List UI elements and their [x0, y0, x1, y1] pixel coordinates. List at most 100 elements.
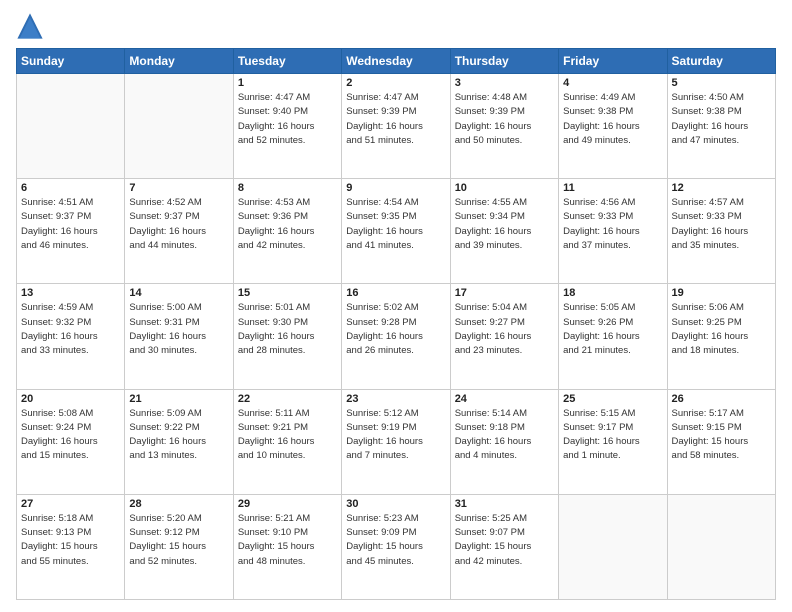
day-number: 10	[455, 182, 554, 194]
day-number: 20	[21, 393, 120, 405]
calendar-cell: 7 Sunrise: 4:52 AM Sunset: 9:37 PM Daylig…	[125, 179, 233, 284]
day-info: Sunrise: 5:05 AM Sunset: 9:26 PM Dayligh…	[563, 301, 662, 358]
day-info: Sunrise: 4:56 AM Sunset: 9:33 PM Dayligh…	[563, 196, 662, 253]
day-info: Sunrise: 5:06 AM Sunset: 9:25 PM Dayligh…	[672, 301, 771, 358]
week-row-1: 6Sunrise: 4:51 AM Sunset: 9:37 PM Daylig…	[17, 179, 776, 284]
day-number: 12	[672, 182, 771, 194]
day-info: Sunrise: 5:01 AM Sunset: 9:30 PM Dayligh…	[238, 301, 337, 358]
day-info: Sunrise: 5:17 AM Sunset: 9:15 PM Dayligh…	[672, 407, 771, 464]
day-number: 9	[346, 182, 445, 194]
day-info: Sunrise: 4:54 AM Sunset: 9:35 PM Dayligh…	[346, 196, 445, 253]
day-number: 4	[563, 77, 662, 89]
day-info: Sunrise: 4:50 AM Sunset: 9:38 PM Dayligh…	[672, 91, 771, 148]
page: SundayMondayTuesdayWednesdayThursdayFrid…	[0, 0, 792, 612]
calendar-cell: 17Sunrise: 5:04 AM Sunset: 9:27 PM Dayli…	[450, 284, 558, 389]
col-header-thursday: Thursday	[450, 49, 558, 74]
day-number: 27	[21, 498, 120, 510]
day-info: Sunrise: 5:21 AM Sunset: 9:10 PM Dayligh…	[238, 512, 337, 569]
day-info: Sunrise: 4:47 AM Sunset: 9:39 PM Dayligh…	[346, 91, 445, 148]
day-info: Sunrise: 5:20 AM Sunset: 9:12 PM Dayligh…	[129, 512, 228, 569]
calendar-cell: 28 Sunrise: 5:20 AM Sunset: 9:12 PM Dayli…	[125, 494, 233, 599]
calendar-cell: 10 Sunrise: 4:55 AM Sunset: 9:34 PM Dayli…	[450, 179, 558, 284]
day-number: 14	[129, 287, 228, 299]
day-info: Sunrise: 5:09 AM Sunset: 9:22 PM Dayligh…	[129, 407, 228, 464]
calendar-cell: 2 Sunrise: 4:47 AM Sunset: 9:39 PM Daylig…	[342, 74, 450, 179]
day-number: 15	[238, 287, 337, 299]
day-info: Sunrise: 5:14 AM Sunset: 9:18 PM Dayligh…	[455, 407, 554, 464]
day-number: 16	[346, 287, 445, 299]
calendar-cell: 13 Sunrise: 4:59 AM Sunset: 9:32 PM Dayli…	[17, 284, 125, 389]
day-number: 31	[455, 498, 554, 510]
col-header-tuesday: Tuesday	[233, 49, 341, 74]
calendar-cell: 23 Sunrise: 5:12 AM Sunset: 9:19 PM Dayli…	[342, 389, 450, 494]
calendar-table: SundayMondayTuesdayWednesdayThursdayFrid…	[16, 48, 776, 600]
day-info: Sunrise: 5:12 AM Sunset: 9:19 PM Dayligh…	[346, 407, 445, 464]
day-number: 13	[21, 287, 120, 299]
header	[16, 12, 776, 40]
day-info: Sunrise: 4:59 AM Sunset: 9:32 PM Dayligh…	[21, 301, 120, 358]
calendar-cell: 11 Sunrise: 4:56 AM Sunset: 9:33 PM Dayli…	[559, 179, 667, 284]
day-info: Sunrise: 5:00 AM Sunset: 9:31 PM Dayligh…	[129, 301, 228, 358]
day-info: Sunrise: 4:53 AM Sunset: 9:36 PM Dayligh…	[238, 196, 337, 253]
week-row-2: 13 Sunrise: 4:59 AM Sunset: 9:32 PM Dayli…	[17, 284, 776, 389]
calendar-cell	[559, 494, 667, 599]
col-header-wednesday: Wednesday	[342, 49, 450, 74]
day-info: Sunrise: 5:18 AM Sunset: 9:13 PM Dayligh…	[21, 512, 120, 569]
calendar-cell: 18 Sunrise: 5:05 AM Sunset: 9:26 PM Dayli…	[559, 284, 667, 389]
day-info: Sunrise: 5:25 AM Sunset: 9:07 PM Dayligh…	[455, 512, 554, 569]
day-number: 23	[346, 393, 445, 405]
calendar-header-row: SundayMondayTuesdayWednesdayThursdayFrid…	[17, 49, 776, 74]
day-number: 3	[455, 77, 554, 89]
day-number: 19	[672, 287, 771, 299]
calendar-cell	[667, 494, 775, 599]
calendar-cell: 4 Sunrise: 4:49 AM Sunset: 9:38 PM Daylig…	[559, 74, 667, 179]
logo	[16, 12, 48, 40]
day-number: 7	[129, 182, 228, 194]
day-info: Sunrise: 4:49 AM Sunset: 9:38 PM Dayligh…	[563, 91, 662, 148]
day-number: 2	[346, 77, 445, 89]
calendar-cell: 24Sunrise: 5:14 AM Sunset: 9:18 PM Dayli…	[450, 389, 558, 494]
day-info: Sunrise: 4:52 AM Sunset: 9:37 PM Dayligh…	[129, 196, 228, 253]
calendar-cell: 5 Sunrise: 4:50 AM Sunset: 9:38 PM Daylig…	[667, 74, 775, 179]
calendar-cell: 20Sunrise: 5:08 AM Sunset: 9:24 PM Dayli…	[17, 389, 125, 494]
calendar-cell	[125, 74, 233, 179]
calendar-cell: 3 Sunrise: 4:48 AM Sunset: 9:39 PM Daylig…	[450, 74, 558, 179]
day-info: Sunrise: 4:55 AM Sunset: 9:34 PM Dayligh…	[455, 196, 554, 253]
day-info: Sunrise: 5:11 AM Sunset: 9:21 PM Dayligh…	[238, 407, 337, 464]
day-info: Sunrise: 5:02 AM Sunset: 9:28 PM Dayligh…	[346, 301, 445, 358]
col-header-sunday: Sunday	[17, 49, 125, 74]
day-number: 5	[672, 77, 771, 89]
calendar-cell: 21 Sunrise: 5:09 AM Sunset: 9:22 PM Dayli…	[125, 389, 233, 494]
calendar-cell: 26 Sunrise: 5:17 AM Sunset: 9:15 PM Dayli…	[667, 389, 775, 494]
day-info: Sunrise: 5:23 AM Sunset: 9:09 PM Dayligh…	[346, 512, 445, 569]
calendar-cell: 14 Sunrise: 5:00 AM Sunset: 9:31 PM Dayli…	[125, 284, 233, 389]
calendar-cell: 6Sunrise: 4:51 AM Sunset: 9:37 PM Daylig…	[17, 179, 125, 284]
col-header-friday: Friday	[559, 49, 667, 74]
day-number: 30	[346, 498, 445, 510]
day-number: 22	[238, 393, 337, 405]
calendar-cell: 12Sunrise: 4:57 AM Sunset: 9:33 PM Dayli…	[667, 179, 775, 284]
day-number: 1	[238, 77, 337, 89]
day-number: 28	[129, 498, 228, 510]
calendar-cell: 31 Sunrise: 5:25 AM Sunset: 9:07 PM Dayli…	[450, 494, 558, 599]
col-header-saturday: Saturday	[667, 49, 775, 74]
logo-icon	[16, 12, 44, 40]
day-info: Sunrise: 4:48 AM Sunset: 9:39 PM Dayligh…	[455, 91, 554, 148]
day-number: 21	[129, 393, 228, 405]
day-info: Sunrise: 5:15 AM Sunset: 9:17 PM Dayligh…	[563, 407, 662, 464]
day-number: 26	[672, 393, 771, 405]
calendar-cell: 16 Sunrise: 5:02 AM Sunset: 9:28 PM Dayli…	[342, 284, 450, 389]
calendar-cell: 27 Sunrise: 5:18 AM Sunset: 9:13 PM Dayli…	[17, 494, 125, 599]
col-header-monday: Monday	[125, 49, 233, 74]
day-info: Sunrise: 4:47 AM Sunset: 9:40 PM Dayligh…	[238, 91, 337, 148]
calendar-cell: 19 Sunrise: 5:06 AM Sunset: 9:25 PM Dayli…	[667, 284, 775, 389]
day-number: 8	[238, 182, 337, 194]
day-number: 18	[563, 287, 662, 299]
calendar-cell: 1 Sunrise: 4:47 AM Sunset: 9:40 PM Daylig…	[233, 74, 341, 179]
day-number: 17	[455, 287, 554, 299]
calendar-cell	[17, 74, 125, 179]
day-info: Sunrise: 4:51 AM Sunset: 9:37 PM Dayligh…	[21, 196, 120, 253]
calendar-cell: 15 Sunrise: 5:01 AM Sunset: 9:30 PM Dayli…	[233, 284, 341, 389]
day-number: 11	[563, 182, 662, 194]
calendar-cell: 9 Sunrise: 4:54 AM Sunset: 9:35 PM Daylig…	[342, 179, 450, 284]
